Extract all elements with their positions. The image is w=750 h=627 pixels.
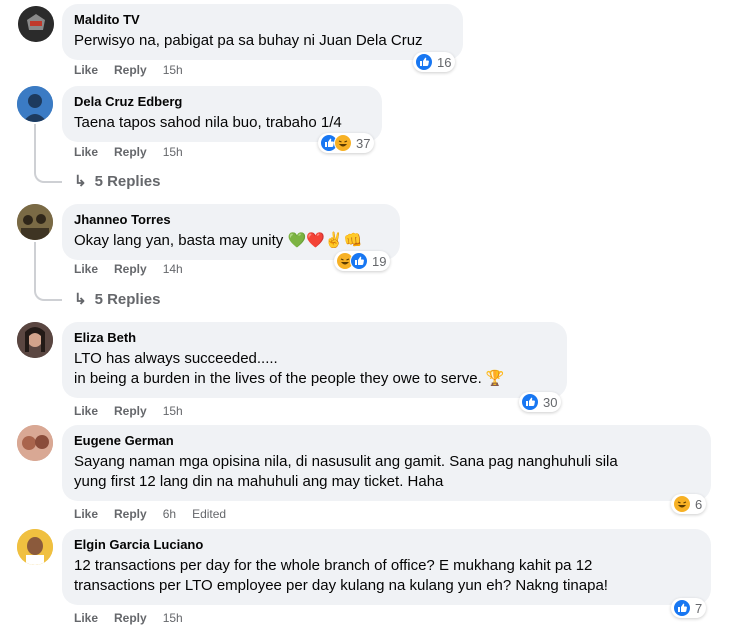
reaction-summary[interactable]: 37	[318, 133, 375, 153]
comment-text: 12 transactions per day for the whole br…	[74, 557, 608, 594]
avatar[interactable]	[17, 529, 53, 565]
reply-button[interactable]: Reply	[114, 261, 147, 277]
reply-button[interactable]: Reply	[114, 62, 147, 78]
reply-button[interactable]: Reply	[114, 610, 147, 626]
comment-timestamp[interactable]: 15h	[163, 610, 183, 626]
comment-author[interactable]: Eugene German	[74, 433, 699, 449]
comment-text: Taena tapos sahod nila buo, trabaho 1/4	[74, 114, 342, 131]
thread-line	[34, 278, 62, 301]
comment-actions: Like Reply 15h	[74, 403, 199, 419]
view-replies-link[interactable]: ↳ 5 Replies	[74, 290, 161, 309]
avatar[interactable]	[17, 425, 53, 461]
haha-reaction-icon	[673, 495, 691, 513]
like-button[interactable]: Like	[74, 506, 98, 522]
comment-author[interactable]: Maldito TV	[74, 12, 451, 28]
comment-text: LTO has always succeeded..... in being a…	[74, 350, 505, 387]
reaction-count: 37	[356, 135, 371, 151]
comment-timestamp[interactable]: 15h	[163, 403, 183, 419]
reply-arrow-icon: ↳	[74, 291, 87, 308]
reply-arrow-icon: ↳	[74, 173, 87, 190]
comment-author[interactable]: Elgin Garcia Luciano	[74, 537, 699, 553]
like-button[interactable]: Like	[74, 144, 98, 160]
like-reaction-icon	[521, 393, 539, 411]
avatar[interactable]	[17, 86, 53, 122]
comment-bubble: Maldito TV Perwisyo na, pabigat pa sa bu…	[62, 4, 463, 60]
comment-bubble: Eliza Beth LTO has always succeeded.....…	[62, 322, 567, 398]
avatar[interactable]	[17, 204, 53, 240]
comment-text: Sayang naman mga opisina nila, di nasusu…	[74, 453, 618, 490]
reaction-count: 30	[543, 394, 558, 410]
edited-label[interactable]: Edited	[192, 506, 226, 522]
comment-actions: Like Reply 14h	[74, 261, 199, 277]
like-reaction-icon	[350, 252, 368, 270]
like-reaction-icon	[673, 599, 691, 617]
haha-reaction-icon	[334, 134, 352, 152]
like-button[interactable]: Like	[74, 403, 98, 419]
reaction-summary[interactable]: 6	[671, 494, 707, 514]
comment-text: Perwisyo na, pabigat pa sa buhay ni Juan…	[74, 32, 423, 49]
reaction-summary[interactable]: 30	[519, 392, 562, 412]
replies-label: 5 Replies	[94, 172, 161, 190]
comment-actions: Like Reply 6h Edited	[74, 506, 242, 522]
reaction-summary[interactable]: 19	[334, 251, 391, 271]
reaction-count: 6	[695, 496, 703, 512]
reply-button[interactable]: Reply	[114, 403, 147, 419]
reaction-summary[interactable]: 16	[413, 52, 456, 72]
reaction-count: 16	[437, 54, 452, 70]
reaction-count: 7	[695, 600, 703, 616]
avatar[interactable]	[18, 6, 54, 42]
like-reaction-icon	[415, 53, 433, 71]
avatar[interactable]	[17, 322, 53, 358]
comment-author[interactable]: Eliza Beth	[74, 330, 555, 346]
comment-bubble: Eugene German Sayang naman mga opisina n…	[62, 425, 711, 501]
comment-actions: Like Reply 15h	[74, 144, 199, 160]
reaction-count: 19	[372, 253, 387, 269]
comment-timestamp[interactable]: 14h	[163, 261, 183, 277]
comment-bubble: Elgin Garcia Luciano 12 transactions per…	[62, 529, 711, 605]
view-replies-link[interactable]: ↳ 5 Replies	[74, 172, 161, 191]
comment-timestamp[interactable]: 15h	[163, 62, 183, 78]
comment-timestamp[interactable]: 15h	[163, 144, 183, 160]
reaction-summary[interactable]: 7	[671, 598, 707, 618]
comment-timestamp[interactable]: 6h	[163, 506, 176, 522]
comment-actions: Like Reply 15h	[74, 610, 199, 626]
like-button[interactable]: Like	[74, 62, 98, 78]
reply-button[interactable]: Reply	[114, 506, 147, 522]
thread-line	[34, 160, 62, 183]
like-button[interactable]: Like	[74, 261, 98, 277]
reply-button[interactable]: Reply	[114, 144, 147, 160]
comment-author[interactable]: Dela Cruz Edberg	[74, 94, 370, 110]
replies-label: 5 Replies	[94, 290, 161, 308]
like-button[interactable]: Like	[74, 610, 98, 626]
comment-actions: Like Reply 15h	[74, 62, 199, 78]
comment-author[interactable]: Jhanneo Torres	[74, 212, 388, 228]
comment-text: Okay lang yan, basta may unity 💚❤️✌️👊	[74, 232, 363, 249]
